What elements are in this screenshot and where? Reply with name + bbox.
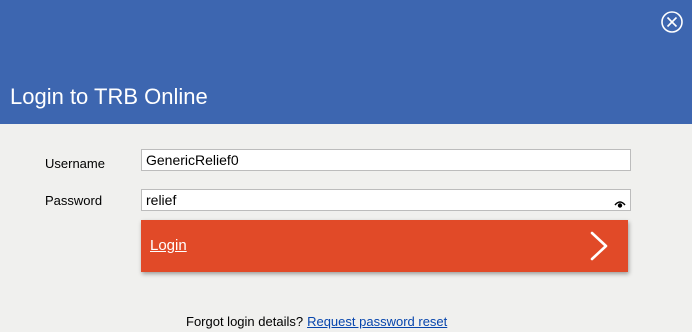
close-icon[interactable] <box>660 10 684 34</box>
forgot-login-text: Forgot login details? <box>186 314 304 329</box>
request-password-reset-link[interactable]: Request password reset <box>307 314 447 329</box>
username-field[interactable]: GenericRelief0 <box>141 149 631 171</box>
password-label: Password <box>45 193 103 208</box>
password-field[interactable]: relief <box>141 189 631 211</box>
username-label: Username <box>45 156 105 171</box>
chevron-right-icon <box>590 231 608 261</box>
username-value: GenericRelief0 <box>146 152 239 168</box>
login-button[interactable]: Login <box>141 220 628 272</box>
dialog-title: Login to TRB Online <box>10 84 208 109</box>
login-button-label: Login <box>150 237 187 254</box>
password-value: relief <box>146 192 177 208</box>
eye-icon[interactable] <box>614 196 626 208</box>
dialog-header: Login to TRB Online <box>0 0 692 124</box>
